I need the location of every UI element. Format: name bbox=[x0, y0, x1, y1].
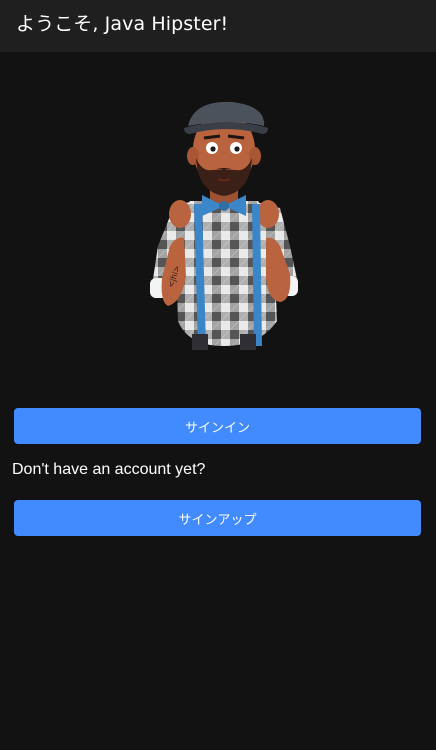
java-hipster-illustration: <jhi> bbox=[150, 101, 298, 350]
sign-in-button[interactable]: サインイン bbox=[14, 408, 421, 444]
welcome-page: ようこそ, Java Hipster! <jhi> サインイン Don't ha… bbox=[0, 0, 436, 750]
sign-up-button[interactable]: サインアップ bbox=[14, 500, 421, 536]
app-toolbar: ようこそ, Java Hipster! bbox=[0, 0, 436, 52]
suspender-left bbox=[194, 203, 206, 347]
suspender-right bbox=[252, 203, 262, 347]
signup-prompt-text: Don't have an account yet? bbox=[12, 461, 206, 478]
page-title: ようこそ, Java Hipster! bbox=[16, 12, 229, 35]
